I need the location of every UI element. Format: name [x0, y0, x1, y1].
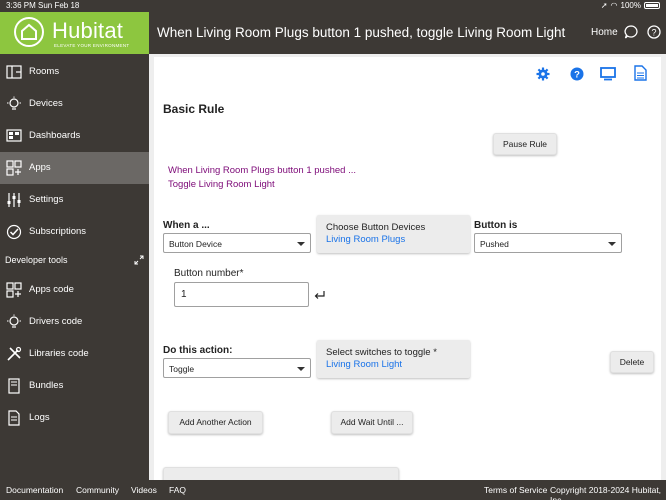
sidebar: Rooms Devices Dashboards Apps Settings S… [0, 54, 149, 480]
button-number-input[interactable]: 1 [174, 282, 309, 307]
dashboards-icon [6, 129, 22, 142]
select-switches-chooser[interactable]: Select switches to toggle * Living Room … [317, 340, 470, 378]
sidebar-item-label: Rooms [29, 66, 60, 77]
chevron-down-icon [608, 242, 616, 246]
sidebar-item-bundles[interactable]: Bundles [0, 370, 149, 402]
sidebar-item-label: Libraries code [29, 348, 89, 359]
sidebar-item-dashboards[interactable]: Dashboards [0, 120, 149, 152]
sidebar-item-label: Apps code [29, 284, 74, 295]
check-circle-icon [6, 224, 22, 240]
chooser-selection: Living Room Light [326, 359, 403, 370]
main-content: ? Basic Rule Pause Rule When Living Room… [149, 54, 666, 480]
bundles-icon [8, 378, 20, 394]
select-value: Pushed [480, 239, 509, 249]
developer-tools-heading: Developer tools [5, 255, 68, 265]
add-another-action-button[interactable]: Add Another Action [168, 411, 263, 434]
brand-name: Hubitat [52, 18, 124, 43]
tools-icon [7, 346, 22, 361]
lightbulb-icon [7, 96, 21, 110]
chooser-label: Select switches to toggle * [326, 347, 437, 358]
sidebar-item-label: Devices [29, 98, 63, 109]
button-number-label: Button number* [174, 268, 244, 279]
location-icon: ➚ [600, 1, 608, 10]
sidebar-item-apps-code[interactable]: Apps code [0, 274, 149, 306]
button-is-label: Button is [474, 220, 518, 231]
sidebar-item-settings[interactable]: Settings [0, 184, 149, 216]
add-wait-until-button[interactable]: Add Wait Until ... [331, 411, 413, 434]
partial-button-offscreen[interactable] [163, 467, 399, 480]
house-logo-icon [14, 17, 44, 47]
monitor-icon[interactable] [600, 67, 616, 81]
sidebar-item-label: Settings [29, 194, 64, 205]
sidebar-item-label: Bundles [29, 380, 64, 391]
logs-icon [8, 410, 20, 426]
brand-logo[interactable]: Hubitat ELEVATE YOUR ENVIRONMENT [0, 12, 149, 54]
sidebar-item-rooms[interactable]: Rooms [0, 56, 149, 88]
sidebar-item-apps[interactable]: Apps [0, 152, 149, 184]
chooser-selection: Living Room Plugs [326, 234, 406, 245]
svg-text:?: ? [574, 70, 580, 81]
action-select[interactable]: Toggle [163, 358, 311, 378]
sidebar-item-label: Drivers code [29, 316, 83, 327]
apps-icon [6, 160, 22, 176]
select-value: Toggle [169, 364, 195, 374]
sliders-icon [7, 193, 21, 207]
chevron-down-icon [297, 367, 305, 371]
rule-card: ? Basic Rule Pause Rule When Living Room… [154, 57, 661, 480]
choose-button-devices[interactable]: Choose Button Devices Living Room Plugs [317, 215, 470, 253]
home-link[interactable]: Home [591, 27, 618, 38]
document-icon[interactable] [634, 65, 647, 81]
footer: Documentation Community Videos FAQ Terms… [0, 480, 666, 500]
status-date: Sun Feb 18 [38, 1, 80, 10]
footer-link-faq[interactable]: FAQ [169, 485, 186, 495]
wifi-icon: ◠ [610, 1, 618, 10]
status-right: ➚ ◠ 100% [601, 1, 660, 10]
sidebar-item-logs[interactable]: Logs [0, 402, 149, 434]
rule-summary-trigger: When Living Room Plugs button 1 pushed .… [168, 165, 357, 176]
lightbulb-icon [7, 314, 21, 328]
page-title: When Living Room Plugs button 1 pushed, … [157, 25, 566, 40]
sidebar-item-label: Subscriptions [29, 226, 87, 237]
button-is-select[interactable]: Pushed [474, 233, 622, 253]
when-device-type-select[interactable]: Button Device [163, 233, 311, 253]
input-value: 1 [181, 289, 187, 300]
footer-link-documentation[interactable]: Documentation [6, 485, 63, 495]
section-title: Basic Rule [163, 102, 225, 116]
chevron-down-icon [297, 242, 305, 246]
svg-text:?: ? [651, 28, 656, 38]
rule-summary-action: Toggle Living Room Light [168, 179, 275, 190]
sidebar-item-label: Apps [29, 162, 51, 173]
sidebar-item-libraries-code[interactable]: Libraries code [0, 338, 149, 370]
status-bar: 3:36 PM Sun Feb 18 ➚ ◠ 100% [0, 0, 666, 12]
sidebar-item-label: Logs [29, 412, 50, 423]
select-value: Button Device [169, 239, 222, 249]
footer-link-videos[interactable]: Videos [131, 485, 157, 495]
chooser-label: Choose Button Devices [326, 222, 426, 233]
sidebar-item-devices[interactable]: Devices [0, 88, 149, 120]
footer-copyright: Copyright 2018-2024 Hubitat, Inc. [550, 485, 662, 500]
action-label: Do this action: [163, 345, 233, 356]
help-circle-icon[interactable]: ? [570, 67, 584, 81]
sidebar-item-label: Dashboards [29, 130, 81, 141]
chat-icon[interactable] [624, 25, 638, 39]
top-header: When Living Room Plugs button 1 pushed, … [149, 12, 666, 54]
when-label: When a ... [163, 220, 210, 231]
enter-arrow-icon [314, 291, 325, 299]
sidebar-item-drivers-code[interactable]: Drivers code [0, 306, 149, 338]
footer-link-community[interactable]: Community [76, 485, 119, 495]
pause-rule-button[interactable]: Pause Rule [493, 133, 557, 155]
rooms-icon [6, 65, 22, 79]
sidebar-item-subscriptions[interactable]: Subscriptions [0, 216, 149, 248]
collapse-arrows-icon[interactable] [134, 255, 144, 265]
battery-percent: 100% [620, 1, 641, 10]
apps-code-icon [6, 282, 22, 298]
delete-button[interactable]: Delete [610, 351, 654, 373]
battery-icon [644, 2, 660, 9]
gear-icon[interactable] [536, 67, 550, 81]
footer-terms-link[interactable]: Terms of Service [484, 485, 547, 495]
brand-tagline: ELEVATE YOUR ENVIRONMENT [54, 43, 130, 48]
help-icon[interactable]: ? [647, 25, 661, 39]
status-time: 3:36 PM [6, 1, 36, 10]
